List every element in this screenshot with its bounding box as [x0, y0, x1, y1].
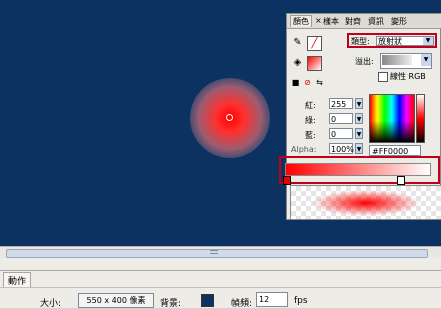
tab-color[interactable]: 顏色: [290, 15, 312, 27]
fill-type-value: 放射狀: [378, 37, 402, 46]
size-label: 大小:: [40, 299, 62, 309]
fill-bucket-icon[interactable]: ◈: [291, 56, 304, 69]
overflow-select[interactable]: ▼: [380, 53, 432, 69]
hex-color-input[interactable]: #FF0000: [369, 145, 421, 156]
tab-transform[interactable]: 變形: [391, 16, 407, 27]
gradient-stop-white[interactable]: [397, 176, 405, 185]
tab-align[interactable]: 對齊: [345, 16, 361, 27]
scrollbar-grip: [210, 250, 218, 254]
red-input[interactable]: 255: [329, 98, 353, 109]
divider: [0, 287, 441, 288]
document-size-button[interactable]: 550 x 400 像素: [78, 293, 154, 308]
blue-input[interactable]: 0: [329, 128, 353, 139]
chevron-down-icon[interactable]: ▼: [423, 37, 433, 45]
gradient-stop-red[interactable]: [283, 176, 291, 185]
alpha-input[interactable]: 100%: [329, 143, 354, 154]
overflow-label: 溢出:: [355, 57, 374, 66]
green-label: 綠:: [305, 116, 316, 125]
chevron-down-icon[interactable]: ▼: [355, 128, 363, 139]
chevron-down-icon[interactable]: ▼: [355, 143, 363, 154]
gradient-center-marker[interactable]: [226, 114, 233, 121]
red-label: 紅:: [305, 101, 316, 110]
checkbox-icon[interactable]: [378, 71, 388, 82]
tab-swatches[interactable]: 樣本: [323, 16, 339, 27]
chevron-down-icon[interactable]: ▼: [421, 54, 431, 66]
background-label: 背景:: [160, 299, 182, 309]
stroke-color-icon[interactable]: ✎: [291, 36, 304, 49]
background-color-swatch[interactable]: [201, 294, 214, 307]
alpha-label: Alpha:: [291, 145, 317, 154]
fill-type-select[interactable]: 放射狀 ▼: [376, 36, 434, 46]
tab-info[interactable]: 資訊: [368, 16, 384, 27]
color-mixer-panel: 顏色 × 樣本 對齊 資訊 變形 ✎ ╱ ◈ ■ ⊘ ⇆ 類型: 放射狀 ▼ 溢…: [279, 13, 441, 220]
overflow-preview: [382, 55, 412, 65]
brightness-slider[interactable]: [416, 94, 425, 143]
gradient-editor-highlight: [279, 156, 440, 185]
swap-colors-icon[interactable]: ⇆: [313, 76, 326, 89]
fps-input[interactable]: 12: [256, 292, 288, 307]
chevron-down-icon[interactable]: ▼: [355, 113, 363, 124]
radial-preview-shape: [311, 190, 421, 216]
fill-type-label: 類型:: [351, 37, 370, 46]
linear-rgb-checkbox[interactable]: 線性 RGB: [378, 71, 426, 82]
fill-color-swatch[interactable]: [307, 56, 322, 71]
linear-rgb-label: 線性 RGB: [390, 72, 426, 81]
gradient-definition-bar[interactable]: [285, 163, 431, 176]
tab-actions[interactable]: 動作: [3, 272, 32, 288]
close-icon[interactable]: ×: [315, 16, 322, 25]
fill-type-dropdown-highlight: 類型: 放射狀 ▼: [347, 33, 437, 48]
fps-label: 幀頻:: [231, 299, 253, 309]
no-color-icon[interactable]: ╱: [307, 36, 322, 51]
blue-label: 藍:: [305, 131, 316, 140]
color-spectrum-picker[interactable]: [369, 94, 415, 143]
divider: [0, 270, 441, 271]
properties-area: 動作 大小: 550 x 400 像素 背景: 幀頻: 12 fps: [0, 258, 441, 309]
panel-tabs: 顏色 × 樣本 對齊 資訊 變形: [287, 14, 441, 29]
green-input[interactable]: 0: [329, 113, 353, 124]
fps-unit: fps: [294, 296, 308, 306]
fill-preview: [290, 185, 441, 220]
chevron-down-icon[interactable]: ▼: [355, 98, 363, 109]
